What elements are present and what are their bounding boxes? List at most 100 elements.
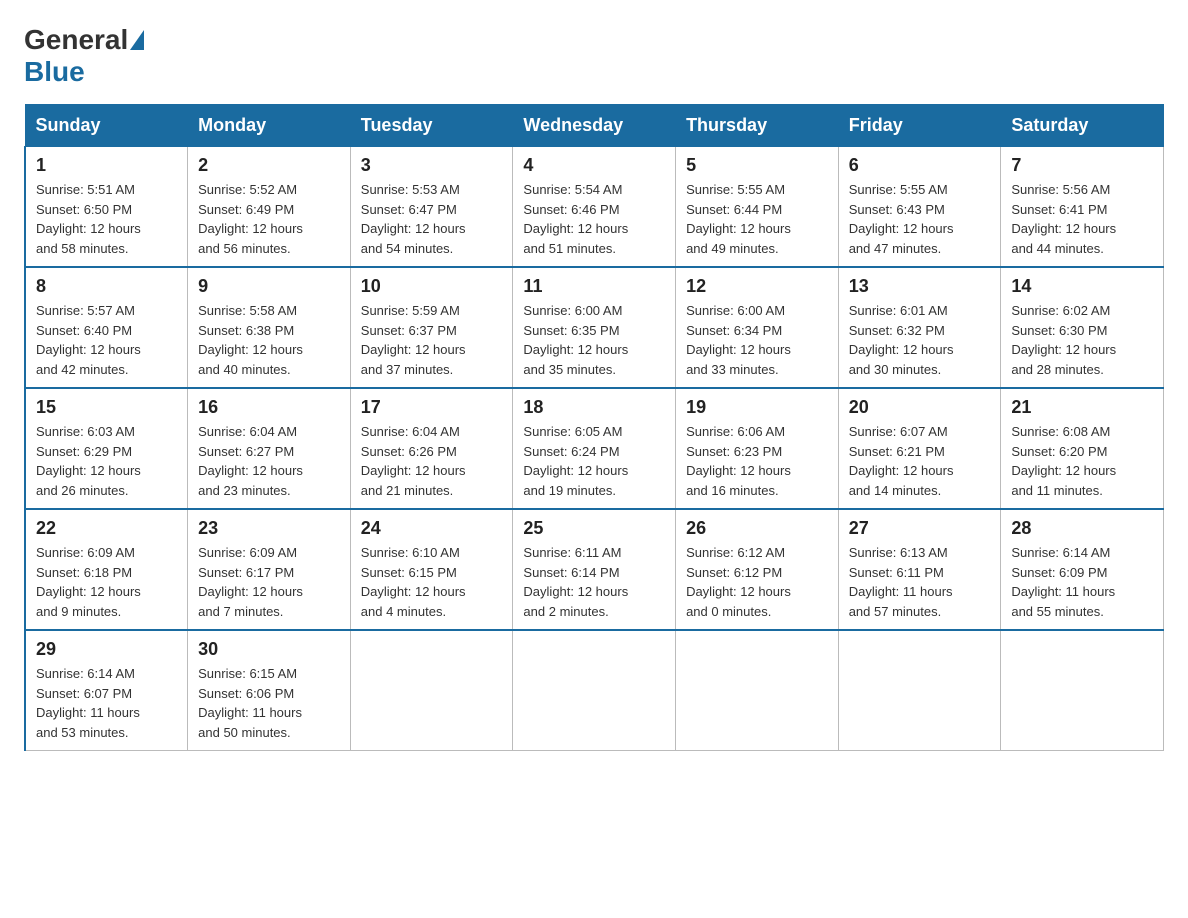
- day-info: Sunrise: 6:14 AMSunset: 6:09 PMDaylight:…: [1011, 543, 1153, 621]
- day-number: 10: [361, 276, 503, 297]
- day-info: Sunrise: 5:57 AMSunset: 6:40 PMDaylight:…: [36, 301, 177, 379]
- calendar-week-row: 29Sunrise: 6:14 AMSunset: 6:07 PMDayligh…: [25, 630, 1164, 751]
- day-number: 21: [1011, 397, 1153, 418]
- logo-triangle-icon: [130, 30, 144, 50]
- calendar-week-row: 8 Sunrise: 5:57 AMSunset: 6:40 PMDaylight…: [25, 267, 1164, 388]
- calendar-day-cell: 6 Sunrise: 5:55 AMSunset: 6:43 PMDaylight…: [838, 147, 1001, 268]
- calendar-day-cell: [676, 630, 839, 751]
- day-info: Sunrise: 6:10 AMSunset: 6:15 PMDaylight:…: [361, 543, 503, 621]
- calendar-day-cell: 2 Sunrise: 5:52 AMSunset: 6:49 PMDaylight…: [188, 147, 351, 268]
- calendar-week-row: 22 Sunrise: 6:09 AMSunset: 6:18 PMDayligh…: [25, 509, 1164, 630]
- calendar-day-cell: 1 Sunrise: 5:51 AMSunset: 6:50 PMDaylight…: [25, 147, 188, 268]
- day-info: Sunrise: 6:13 AMSunset: 6:11 PMDaylight:…: [849, 543, 991, 621]
- calendar-day-cell: 24 Sunrise: 6:10 AMSunset: 6:15 PMDayligh…: [350, 509, 513, 630]
- day-info: Sunrise: 5:55 AMSunset: 6:43 PMDaylight:…: [849, 180, 991, 258]
- calendar-day-cell: [513, 630, 676, 751]
- day-number: 1: [36, 155, 177, 176]
- day-number: 5: [686, 155, 828, 176]
- day-number: 6: [849, 155, 991, 176]
- day-info: Sunrise: 5:53 AMSunset: 6:47 PMDaylight:…: [361, 180, 503, 258]
- day-number: 30: [198, 639, 340, 660]
- header-thursday: Thursday: [676, 105, 839, 147]
- calendar-day-cell: 19 Sunrise: 6:06 AMSunset: 6:23 PMDayligh…: [676, 388, 839, 509]
- day-number: 8: [36, 276, 177, 297]
- day-info: Sunrise: 5:52 AMSunset: 6:49 PMDaylight:…: [198, 180, 340, 258]
- day-number: 28: [1011, 518, 1153, 539]
- calendar-day-cell: 13 Sunrise: 6:01 AMSunset: 6:32 PMDayligh…: [838, 267, 1001, 388]
- day-number: 22: [36, 518, 177, 539]
- day-number: 12: [686, 276, 828, 297]
- day-number: 20: [849, 397, 991, 418]
- day-number: 24: [361, 518, 503, 539]
- day-info: Sunrise: 6:00 AMSunset: 6:34 PMDaylight:…: [686, 301, 828, 379]
- calendar-day-cell: 16Sunrise: 6:04 AMSunset: 6:27 PMDayligh…: [188, 388, 351, 509]
- calendar-day-cell: 9 Sunrise: 5:58 AMSunset: 6:38 PMDaylight…: [188, 267, 351, 388]
- day-info: Sunrise: 6:03 AMSunset: 6:29 PMDaylight:…: [36, 422, 177, 500]
- day-number: 27: [849, 518, 991, 539]
- day-info: Sunrise: 6:06 AMSunset: 6:23 PMDaylight:…: [686, 422, 828, 500]
- calendar-day-cell: 4 Sunrise: 5:54 AMSunset: 6:46 PMDaylight…: [513, 147, 676, 268]
- day-number: 18: [523, 397, 665, 418]
- day-info: Sunrise: 5:54 AMSunset: 6:46 PMDaylight:…: [523, 180, 665, 258]
- calendar-day-cell: [838, 630, 1001, 751]
- day-number: 17: [361, 397, 503, 418]
- day-info: Sunrise: 5:56 AMSunset: 6:41 PMDaylight:…: [1011, 180, 1153, 258]
- calendar-day-cell: 8 Sunrise: 5:57 AMSunset: 6:40 PMDaylight…: [25, 267, 188, 388]
- header-saturday: Saturday: [1001, 105, 1164, 147]
- calendar-day-cell: 5Sunrise: 5:55 AMSunset: 6:44 PMDaylight…: [676, 147, 839, 268]
- calendar-day-cell: 26Sunrise: 6:12 AMSunset: 6:12 PMDayligh…: [676, 509, 839, 630]
- day-info: Sunrise: 6:04 AMSunset: 6:27 PMDaylight:…: [198, 422, 340, 500]
- day-number: 15: [36, 397, 177, 418]
- day-number: 25: [523, 518, 665, 539]
- day-info: Sunrise: 6:05 AMSunset: 6:24 PMDaylight:…: [523, 422, 665, 500]
- header-wednesday: Wednesday: [513, 105, 676, 147]
- day-info: Sunrise: 6:08 AMSunset: 6:20 PMDaylight:…: [1011, 422, 1153, 500]
- calendar-week-row: 15 Sunrise: 6:03 AMSunset: 6:29 PMDayligh…: [25, 388, 1164, 509]
- header-monday: Monday: [188, 105, 351, 147]
- day-info: Sunrise: 6:14 AMSunset: 6:07 PMDaylight:…: [36, 664, 177, 742]
- calendar-day-cell: 22 Sunrise: 6:09 AMSunset: 6:18 PMDayligh…: [25, 509, 188, 630]
- calendar-day-cell: 29Sunrise: 6:14 AMSunset: 6:07 PMDayligh…: [25, 630, 188, 751]
- day-info: Sunrise: 6:09 AMSunset: 6:18 PMDaylight:…: [36, 543, 177, 621]
- day-info: Sunrise: 6:04 AMSunset: 6:26 PMDaylight:…: [361, 422, 503, 500]
- day-info: Sunrise: 6:07 AMSunset: 6:21 PMDaylight:…: [849, 422, 991, 500]
- header-friday: Friday: [838, 105, 1001, 147]
- day-info: Sunrise: 6:01 AMSunset: 6:32 PMDaylight:…: [849, 301, 991, 379]
- calendar-header-row: Sunday Monday Tuesday Wednesday Thursday…: [25, 105, 1164, 147]
- day-info: Sunrise: 6:00 AMSunset: 6:35 PMDaylight:…: [523, 301, 665, 379]
- day-number: 9: [198, 276, 340, 297]
- calendar-day-cell: 18 Sunrise: 6:05 AMSunset: 6:24 PMDayligh…: [513, 388, 676, 509]
- calendar-day-cell: 21 Sunrise: 6:08 AMSunset: 6:20 PMDayligh…: [1001, 388, 1164, 509]
- day-info: Sunrise: 6:02 AMSunset: 6:30 PMDaylight:…: [1011, 301, 1153, 379]
- header-tuesday: Tuesday: [350, 105, 513, 147]
- logo-blue-text: Blue: [24, 56, 85, 87]
- day-number: 4: [523, 155, 665, 176]
- day-number: 13: [849, 276, 991, 297]
- calendar-day-cell: 17 Sunrise: 6:04 AMSunset: 6:26 PMDayligh…: [350, 388, 513, 509]
- day-number: 23: [198, 518, 340, 539]
- calendar-table: Sunday Monday Tuesday Wednesday Thursday…: [24, 104, 1164, 751]
- day-info: Sunrise: 6:11 AMSunset: 6:14 PMDaylight:…: [523, 543, 665, 621]
- day-number: 2: [198, 155, 340, 176]
- calendar-day-cell: 20 Sunrise: 6:07 AMSunset: 6:21 PMDayligh…: [838, 388, 1001, 509]
- calendar-day-cell: 7Sunrise: 5:56 AMSunset: 6:41 PMDaylight…: [1001, 147, 1164, 268]
- day-info: Sunrise: 6:15 AMSunset: 6:06 PMDaylight:…: [198, 664, 340, 742]
- calendar-day-cell: 27 Sunrise: 6:13 AMSunset: 6:11 PMDayligh…: [838, 509, 1001, 630]
- calendar-day-cell: [350, 630, 513, 751]
- day-info: Sunrise: 5:51 AMSunset: 6:50 PMDaylight:…: [36, 180, 177, 258]
- day-info: Sunrise: 5:58 AMSunset: 6:38 PMDaylight:…: [198, 301, 340, 379]
- calendar-week-row: 1 Sunrise: 5:51 AMSunset: 6:50 PMDaylight…: [25, 147, 1164, 268]
- day-info: Sunrise: 6:09 AMSunset: 6:17 PMDaylight:…: [198, 543, 340, 621]
- day-number: 3: [361, 155, 503, 176]
- header-sunday: Sunday: [25, 105, 188, 147]
- day-number: 19: [686, 397, 828, 418]
- page-header: General Blue: [24, 24, 1164, 88]
- day-number: 11: [523, 276, 665, 297]
- calendar-day-cell: 12 Sunrise: 6:00 AMSunset: 6:34 PMDayligh…: [676, 267, 839, 388]
- calendar-day-cell: 25 Sunrise: 6:11 AMSunset: 6:14 PMDayligh…: [513, 509, 676, 630]
- calendar-day-cell: 23 Sunrise: 6:09 AMSunset: 6:17 PMDayligh…: [188, 509, 351, 630]
- calendar-day-cell: 28 Sunrise: 6:14 AMSunset: 6:09 PMDayligh…: [1001, 509, 1164, 630]
- calendar-day-cell: [1001, 630, 1164, 751]
- day-info: Sunrise: 5:59 AMSunset: 6:37 PMDaylight:…: [361, 301, 503, 379]
- day-info: Sunrise: 6:12 AMSunset: 6:12 PMDaylight:…: [686, 543, 828, 621]
